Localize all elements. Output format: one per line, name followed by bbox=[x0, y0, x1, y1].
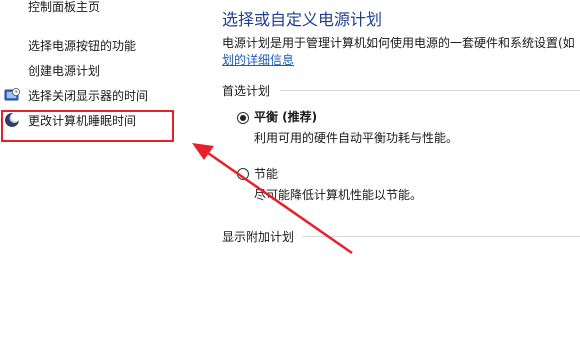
sidebar-item-display-off-time[interactable]: 选择关闭显示器的时间 bbox=[28, 87, 148, 104]
radio-selected-dot bbox=[240, 115, 246, 121]
sidebar-item-create-plan[interactable]: 创建电源计划 bbox=[28, 62, 100, 79]
sidebar-item-power-button[interactable]: 选择电源按钮的功能 bbox=[28, 37, 136, 54]
plan-description: 电源计划是用于管理计算机如何使用电源的一套硬件和系统设置(如 bbox=[222, 36, 575, 50]
power-options-window: 控制面板主页 选择电源按钮的功能 创建电源计划 选择关闭显示器的时间 更改计算机… bbox=[0, 0, 580, 339]
show-additional-plans[interactable]: 显示附加计划 bbox=[222, 228, 294, 245]
preferred-plans-heading: 首选计划 bbox=[222, 84, 271, 98]
plan-power-saver-name[interactable]: 节能 bbox=[254, 165, 278, 182]
page-title: 选择或自定义电源计划 bbox=[222, 10, 383, 29]
plan-power-saver-desc: 尽可能降低计算机性能以节能。 bbox=[254, 188, 423, 202]
plan-power-saver-radio[interactable] bbox=[237, 168, 249, 180]
highlight-box bbox=[1, 110, 174, 142]
plan-details-link[interactable]: 划的详细信息 bbox=[222, 51, 294, 68]
plan-balanced-desc: 利用可用的硬件自动平衡功耗与性能。 bbox=[254, 131, 459, 145]
plan-balanced-radio[interactable] bbox=[237, 112, 249, 124]
section-divider bbox=[302, 236, 580, 237]
section-divider bbox=[280, 90, 580, 91]
control-panel-home-link[interactable]: 控制面板主页 bbox=[28, 0, 100, 15]
sidebar: 控制面板主页 选择电源按钮的功能 创建电源计划 选择关闭显示器的时间 更改计算机… bbox=[0, 0, 200, 339]
display-clock-icon bbox=[4, 88, 20, 101]
plan-balanced-name[interactable]: 平衡 (推荐) bbox=[254, 108, 317, 125]
